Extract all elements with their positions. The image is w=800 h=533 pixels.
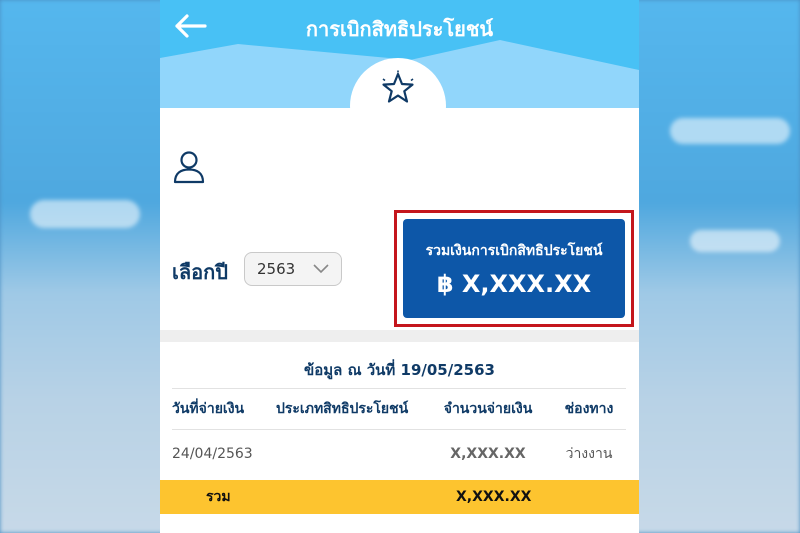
summary-card: รวมเงินการเบิกสิทธิประโยชน์ ฿ X,XXX.XX [403,219,625,318]
table-header-row: วันที่จ่ายเงิน ประเภทสิทธิประโยชน์ จำนวน… [172,388,626,430]
column-header-date: วันที่จ่ายเงิน [172,401,245,417]
star-badge [350,58,446,154]
column-header-channel: ช่องทาง [564,401,614,417]
payment-table: วันที่จ่ายเงิน ประเภทสิทธิประโยชน์ จำนวน… [172,388,626,478]
cell-amount: X,XXX.XX [450,446,526,462]
total-label: รวม [206,489,231,505]
year-value: 2563 [257,260,296,278]
summary-title: รวมเงินการเบิกสิทธิประโยชน์ [425,242,603,259]
year-label: เลือกปี [172,260,228,284]
summary-highlight-frame: รวมเงินการเบิกสิทธิประโยชน์ ฿ X,XXX.XX [394,210,634,327]
page-title: การเบิกสิทธิประโยชน์ [305,17,494,41]
cloud-shape [30,200,140,228]
cloud-shape [670,118,790,144]
chevron-down-icon [313,264,329,274]
table-total-row: รวม X,XXX.XX [160,480,639,514]
column-header-type: ประเภทสิทธิประโยชน์ [276,401,409,417]
cloud-shape [690,230,780,252]
back-button[interactable] [170,8,210,44]
app-screen: การเบิกสิทธิประโยชน์ เลือกปี 2563 รวมเงิ… [160,0,639,533]
total-amount: X,XXX.XX [456,489,532,505]
arrow-left-icon [175,14,207,38]
section-divider [160,330,639,342]
data-date-note: ข้อมูล ณ วันที่ 19/05/2563 [304,361,495,379]
user-icon [173,151,205,184]
summary-amount: ฿ X,XXX.XX [436,269,592,298]
star-icon [382,70,414,103]
year-dropdown[interactable]: 2563 [244,252,342,286]
cell-channel: ว่างงาน [565,446,613,462]
table-row: 24/04/2563 X,XXX.XX ว่างงาน [172,430,626,478]
cell-date: 24/04/2563 [172,446,253,462]
column-header-amount: จำนวนจ่ายเงิน [443,401,533,417]
